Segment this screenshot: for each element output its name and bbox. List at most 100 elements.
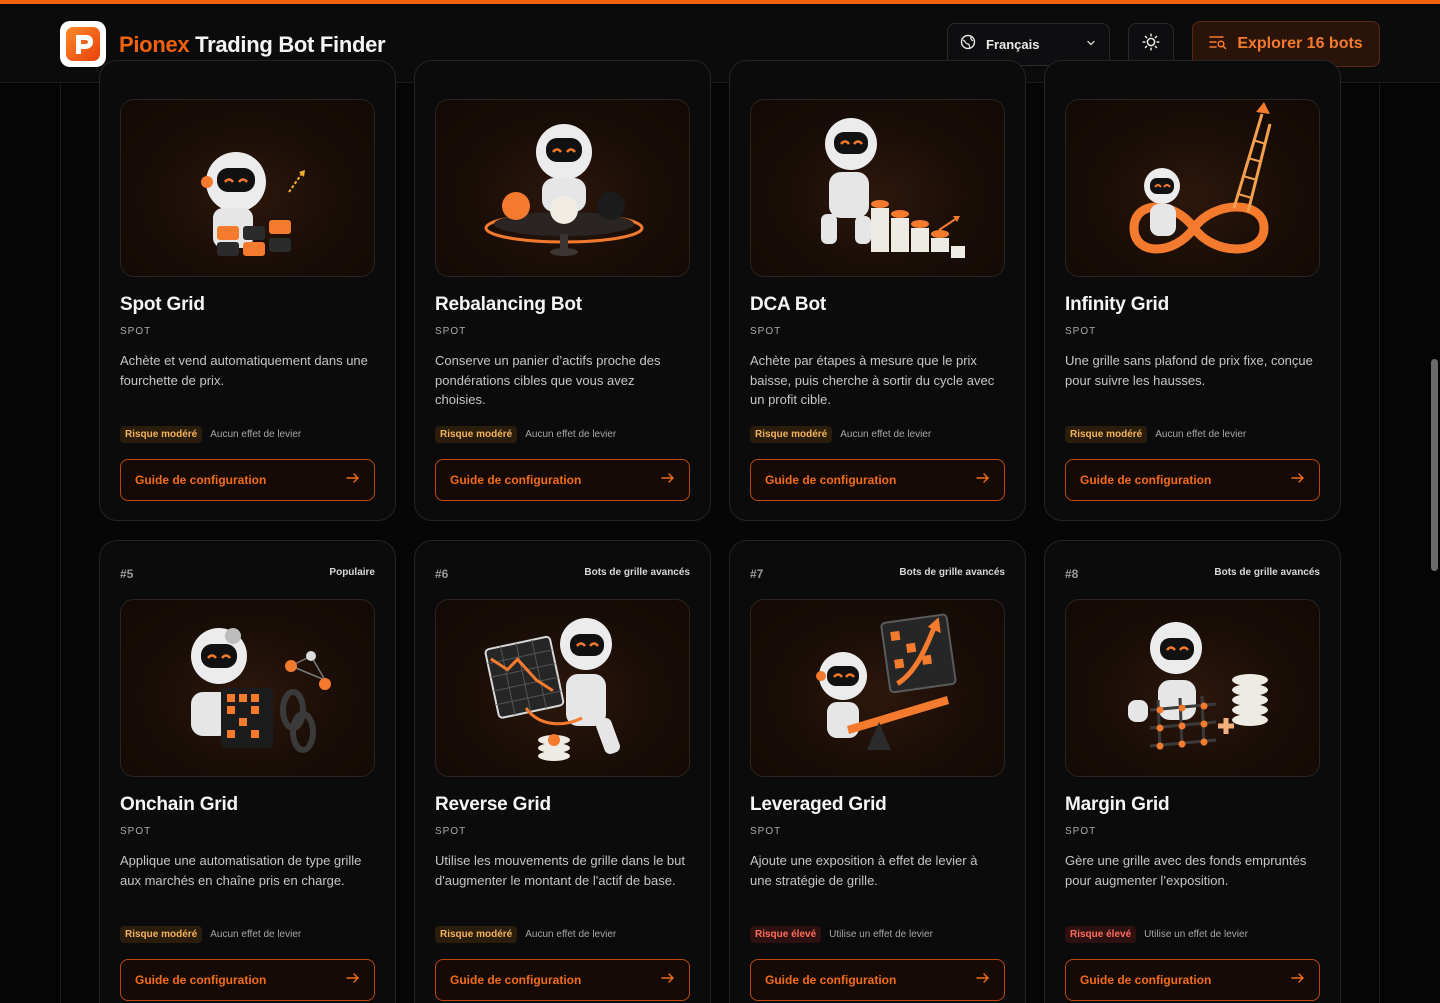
bot-rank: #7 [750, 567, 764, 581]
setup-guide-label: Guide de configuration [135, 473, 267, 487]
bot-card: #6 Bots de grille avancés Reverse Grid S… [414, 540, 711, 1003]
card-header: #8 Bots de grille avancés [1065, 567, 1320, 581]
bot-type: SPOT [750, 826, 782, 837]
arrow-right-icon [346, 471, 360, 489]
bot-title: Leveraged Grid [750, 794, 887, 815]
setup-guide-label: Guide de configuration [1080, 973, 1212, 987]
risk-badge: Risque modéré [435, 926, 518, 943]
bot-card: Infinity Grid SPOT Une grille sans plafo… [1044, 60, 1341, 521]
risk-badge: Risque modéré [120, 426, 203, 443]
bot-description: Une grille sans plafond de prix fixe, co… [1065, 353, 1313, 388]
setup-guide-button[interactable]: Guide de configuration [750, 959, 1005, 1001]
arrow-right-icon [1291, 971, 1305, 989]
bot-category: Bots de grille avancés [899, 567, 1005, 578]
bot-tags: Risque modéré Aucun effet de levier [750, 426, 931, 443]
bot-rank: #5 [120, 567, 134, 581]
bot-description: Ajoute une exposition à effet de levier … [750, 853, 978, 888]
bot-card: DCA Bot SPOT Achète par étapes à mesure … [729, 60, 1026, 521]
explore-bots-label: Explorer 16 bots [1237, 35, 1363, 52]
arrow-right-icon [346, 971, 360, 989]
bot-description: Conserve un panier d’actifs proche des p… [435, 353, 661, 407]
bot-tags: Risque modéré Aucun effet de levier [1065, 426, 1246, 443]
setup-guide-label: Guide de configuration [450, 473, 582, 487]
leverage-text: Aucun effet de levier [525, 929, 617, 940]
bot-title: Rebalancing Bot [435, 294, 582, 315]
globe-icon [960, 34, 976, 55]
setup-guide-button[interactable]: Guide de configuration [750, 459, 1005, 501]
setup-guide-button[interactable]: Guide de configuration [120, 459, 375, 501]
setup-guide-label: Guide de configuration [450, 973, 582, 987]
bot-description: Achète par étapes à mesure que le prix b… [750, 353, 995, 407]
bot-card: #7 Bots de grille avancés Leveraged Grid… [729, 540, 1026, 1003]
risk-badge: Risque modéré [120, 926, 203, 943]
bot-card: Rebalancing Bot SPOT Conserve un panier … [414, 60, 711, 521]
bot-tags: Risque élevé Utilise un effet de levier [750, 926, 933, 943]
brand-rest: Trading Bot Finder [195, 32, 386, 57]
spot-grid-illustration [120, 99, 375, 277]
bot-title: Infinity Grid [1065, 294, 1170, 315]
language-label: Français [986, 37, 1040, 52]
bot-rank: #8 [1065, 567, 1079, 581]
leverage-text: Aucun effet de levier [210, 429, 302, 440]
leverage-text: Utilise un effet de levier [1144, 929, 1248, 940]
risk-badge: Risque modéré [750, 426, 833, 443]
bot-description: Gère une grille avec des fonds empruntés… [1065, 853, 1307, 888]
bot-description: Utilise les mouvements de grille dans le… [435, 853, 686, 888]
bot-type: SPOT [1065, 826, 1097, 837]
infinity-grid-illustration [1065, 99, 1320, 277]
bot-rank: #6 [435, 567, 449, 581]
scrollbar[interactable] [1429, 84, 1440, 1003]
bot-type: SPOT [750, 326, 782, 337]
bot-card: #8 Bots de grille avancés Margin Grid SP… [1044, 540, 1341, 1003]
setup-guide-button[interactable]: Guide de configuration [435, 459, 690, 501]
bot-description: Achète et vend automatiquement dans une … [120, 353, 368, 388]
bot-type: SPOT [1065, 326, 1097, 337]
bot-type: SPOT [120, 326, 152, 337]
dca-bot-illustration [750, 99, 1005, 277]
risk-badge: Risque élevé [750, 926, 822, 943]
arrow-right-icon [661, 971, 675, 989]
setup-guide-label: Guide de configuration [1080, 473, 1212, 487]
setup-guide-button[interactable]: Guide de configuration [435, 959, 690, 1001]
sun-icon [1142, 33, 1160, 56]
card-header: #6 Bots de grille avancés [435, 567, 690, 581]
logo-icon[interactable] [60, 21, 106, 67]
bot-tags: Risque élevé Utilise un effet de levier [1065, 926, 1248, 943]
bot-title: Reverse Grid [435, 794, 551, 815]
bot-tags: Risque modéré Aucun effet de levier [435, 426, 616, 443]
filter-search-icon [1209, 34, 1227, 55]
bot-description: Applique une automatisation de type gril… [120, 853, 362, 888]
bot-card: Spot Grid SPOT Achète et vend automatiqu… [99, 60, 396, 521]
chevron-down-icon [1085, 36, 1097, 54]
bot-category: Populaire [329, 567, 375, 578]
setup-guide-button[interactable]: Guide de configuration [1065, 459, 1320, 501]
brand-accent: Pionex [119, 32, 190, 57]
rebalancing-bot-illustration [435, 99, 690, 277]
bot-title: Margin Grid [1065, 794, 1170, 815]
arrow-right-icon [976, 971, 990, 989]
bot-type: SPOT [435, 326, 467, 337]
risk-badge: Risque modéré [1065, 426, 1148, 443]
bot-title: DCA Bot [750, 294, 826, 315]
arrow-right-icon [661, 471, 675, 489]
bot-category: Bots de grille avancés [584, 567, 690, 578]
bot-tags: Risque modéré Aucun effet de levier [120, 926, 301, 943]
bot-title: Onchain Grid [120, 794, 238, 815]
setup-guide-button[interactable]: Guide de configuration [1065, 959, 1320, 1001]
app-title: Pionex Trading Bot Finder [119, 32, 386, 58]
leverage-text: Aucun effet de levier [1155, 429, 1247, 440]
bot-card: #5 Populaire Onchain Grid SPOT Applique … [99, 540, 396, 1003]
setup-guide-label: Guide de configuration [135, 973, 267, 987]
leveraged-grid-illustration [750, 599, 1005, 777]
risk-badge: Risque élevé [1065, 926, 1137, 943]
bot-type: SPOT [435, 826, 467, 837]
bot-title: Spot Grid [120, 294, 205, 315]
scrollbar-thumb[interactable] [1431, 359, 1438, 571]
leverage-text: Utilise un effet de levier [829, 929, 933, 940]
setup-guide-button[interactable]: Guide de configuration [120, 959, 375, 1001]
reverse-grid-illustration [435, 599, 690, 777]
margin-grid-illustration [1065, 599, 1320, 777]
arrow-right-icon [1291, 471, 1305, 489]
onchain-grid-illustration [120, 599, 375, 777]
setup-guide-label: Guide de configuration [765, 973, 897, 987]
